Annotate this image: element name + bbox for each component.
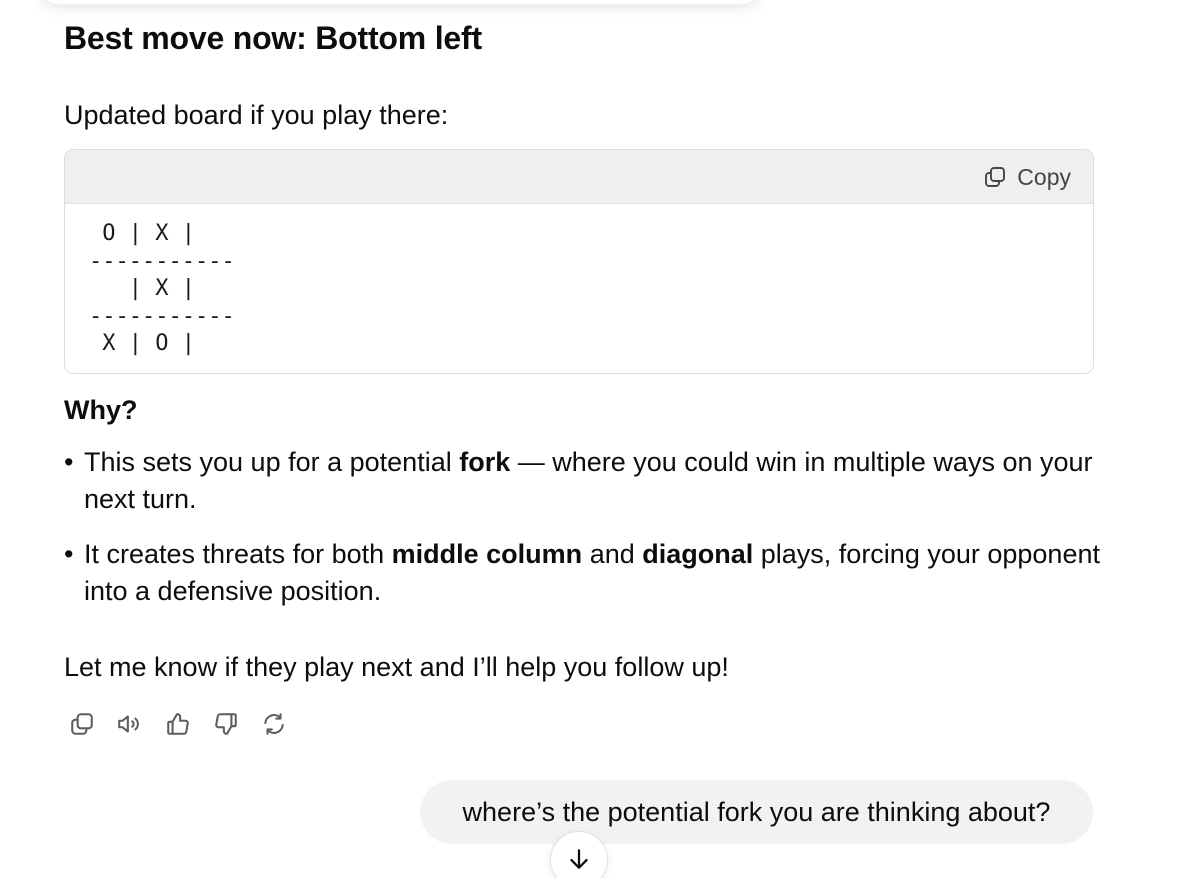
board-row-3: X | O | [89, 331, 195, 356]
code-content: O | X | ----------- | X | ----------- X … [65, 204, 1093, 358]
copy-response-button[interactable] [64, 708, 100, 744]
bullet-bold: fork [459, 447, 511, 477]
bullet-text: It creates threats for both [84, 539, 392, 569]
regenerate-button[interactable] [256, 708, 292, 744]
copy-icon [983, 165, 1007, 189]
board-divider-2: ----------- [89, 303, 235, 329]
bullet-dot: • [64, 447, 74, 477]
response-heading: Best move now: Bottom left [64, 20, 482, 56]
copy-label: Copy [1017, 163, 1071, 190]
thumbs-up-icon [165, 711, 191, 742]
reasons-list: • This sets you up for a potential fork … [64, 444, 1104, 628]
thumbs-up-button[interactable] [160, 708, 196, 744]
regenerate-icon [261, 711, 287, 742]
code-block: Copy O | X | ----------- | X | ---------… [64, 149, 1094, 374]
user-message-text: where’s the potential fork you are think… [462, 796, 1051, 827]
thumbs-down-button[interactable] [208, 708, 244, 744]
bullet-bold: diagonal [642, 539, 754, 569]
code-block-header: Copy [65, 150, 1093, 204]
response-actions [64, 708, 292, 744]
read-aloud-icon [116, 711, 144, 742]
list-item: • This sets you up for a potential fork … [64, 444, 1104, 518]
list-item: • It creates threats for both middle col… [64, 536, 1104, 610]
response-intro: Updated board if you play there: [64, 100, 449, 130]
board-row-2: | X | [89, 276, 195, 301]
board-row-1: O | X | [89, 221, 195, 246]
response-closing: Let me know if they play next and I’ll h… [64, 652, 729, 682]
bullet-dot: • [64, 539, 74, 569]
user-message-bubble: where’s the potential fork you are think… [420, 780, 1093, 844]
why-heading: Why? [64, 395, 138, 425]
arrow-down-icon [566, 846, 592, 877]
board-divider-1: ----------- [89, 248, 235, 274]
bullet-text: This sets you up for a potential [84, 447, 460, 477]
top-edge-shadow [40, 0, 760, 4]
chat-view: Best move now: Bottom left Updated board… [0, 0, 1200, 878]
bullet-bold: middle column [391, 539, 583, 569]
read-aloud-button[interactable] [112, 708, 148, 744]
copy-icon [69, 711, 95, 742]
bullet-text: and [582, 539, 643, 569]
thumbs-down-icon [213, 711, 239, 742]
copy-code-button[interactable]: Copy [983, 162, 1071, 192]
